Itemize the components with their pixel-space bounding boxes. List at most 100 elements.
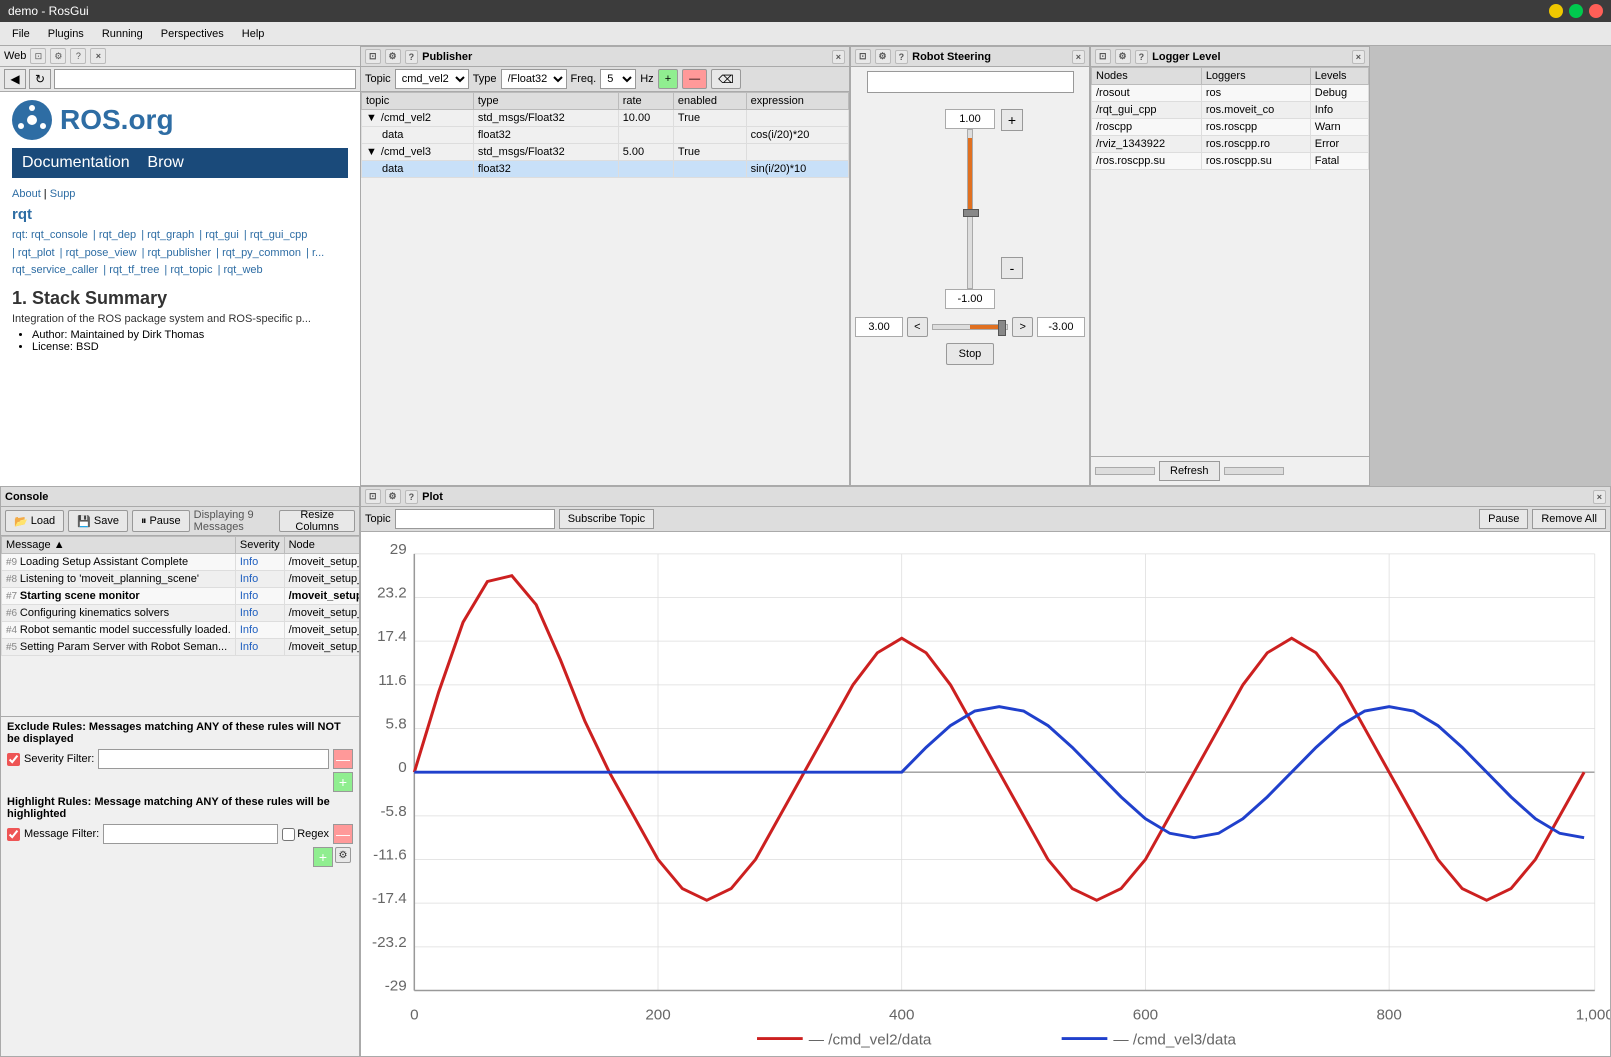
list-item[interactable]: /rviz_1343922 ros.roscpp.ro Error <box>1092 136 1369 153</box>
message-checkbox[interactable] <box>7 828 20 841</box>
console-load-btn[interactable]: 📂 Load <box>5 510 64 532</box>
plot-dock-btn[interactable]: ⊡ <box>365 489 381 504</box>
logger-config-btn[interactable]: ⚙ <box>1115 49 1131 64</box>
col-type[interactable]: type <box>473 93 618 110</box>
robot-v-slider-thumb[interactable] <box>963 209 979 217</box>
maximize-btn[interactable] <box>1569 4 1583 18</box>
menu-running[interactable]: Running <box>94 26 151 42</box>
sev-cell: Info <box>235 622 284 639</box>
publisher-header: ⊡ ⚙ ? Publisher × <box>361 47 849 67</box>
menu-perspectives[interactable]: Perspectives <box>153 26 232 42</box>
col-nodes[interactable]: Nodes <box>1092 68 1202 85</box>
pub-add-btn[interactable]: + <box>658 69 678 89</box>
type-select[interactable]: /Float32 <box>501 69 567 89</box>
robot-topic-input[interactable]: /cmd_vel <box>867 71 1074 93</box>
severity-filter-input[interactable]: Debug Info Warning Error Fatal <box>98 749 329 769</box>
col-node[interactable]: Node <box>284 537 359 554</box>
table-row[interactable]: #5 Setting Param Server with Robot Seman… <box>2 639 360 656</box>
table-row[interactable]: data float32 cos(i/20)*20 <box>362 127 849 144</box>
severity-checkbox[interactable] <box>7 753 20 766</box>
col-enabled[interactable]: enabled <box>673 93 746 110</box>
robot-close-btn[interactable]: × <box>1072 50 1085 64</box>
table-row[interactable]: data float32 sin(i/20)*10 <box>362 161 849 178</box>
regex-checkbox[interactable] <box>282 828 295 841</box>
web-refresh-btn[interactable]: ↻ <box>29 69 51 89</box>
robot-plus-btn[interactable]: + <box>1001 109 1023 131</box>
col-loggers[interactable]: Loggers <box>1201 68 1310 85</box>
console-pause-btn[interactable]: ⏸ Pause <box>132 510 190 532</box>
about-link[interactable]: About <box>12 188 41 200</box>
supp-link[interactable]: Supp <box>50 188 76 200</box>
plot-close-btn[interactable]: × <box>1593 490 1606 504</box>
resize-columns-btn[interactable]: Resize Columns <box>279 510 355 532</box>
logger-slider[interactable] <box>1095 467 1155 475</box>
web-dock-btn[interactable]: ⊡ <box>30 48 46 64</box>
list-item[interactable]: /rosout ros Debug <box>1092 85 1369 102</box>
message-filter-input[interactable]: monitor <box>103 824 278 844</box>
subscribe-topic-btn[interactable]: Subscribe Topic <box>559 509 654 529</box>
web-config-btn[interactable]: ⚙ <box>50 48 66 64</box>
table-row[interactable]: #8 Listening to 'moveit_planning_scene' … <box>2 571 360 588</box>
pub-remove-btn[interactable]: — <box>682 69 707 89</box>
remove-all-btn[interactable]: Remove All <box>1532 509 1606 529</box>
col-levels[interactable]: Levels <box>1310 68 1368 85</box>
highlight-settings-btn[interactable]: ⚙ <box>335 847 351 863</box>
minimize-btn[interactable] <box>1549 4 1563 18</box>
logger-refresh-btn[interactable]: Refresh <box>1159 461 1220 481</box>
logger-close-btn[interactable]: × <box>1352 50 1365 64</box>
web-close-btn[interactable]: × <box>90 48 106 64</box>
pub-clear-btn[interactable]: ⌫ <box>711 69 741 89</box>
col-rate[interactable]: rate <box>618 93 673 110</box>
robot-stop-btn[interactable]: Stop <box>946 343 995 365</box>
table-row[interactable]: ▼/cmd_vel2 std_msgs/Float32 10.00 True <box>362 110 849 127</box>
col-expression[interactable]: expression <box>746 93 848 110</box>
menu-help[interactable]: Help <box>234 26 273 42</box>
pub-config-btn[interactable]: ⚙ <box>385 49 401 64</box>
list-item[interactable]: /ros.roscpp.su ros.roscpp.su Fatal <box>1092 153 1369 170</box>
logger-help-btn[interactable]: ? <box>1135 50 1149 64</box>
freq-select[interactable]: 5 <box>600 69 636 89</box>
robot-dock-btn[interactable]: ⊡ <box>855 49 871 64</box>
robot-left-btn[interactable]: < <box>907 317 927 337</box>
highlight-add-btn[interactable]: + <box>313 847 333 867</box>
list-item[interactable]: /roscpp ros.roscpp Warn <box>1092 119 1369 136</box>
pub-dock-btn[interactable]: ⊡ <box>365 49 381 64</box>
list-item[interactable]: /rqt_gui_cpp ros.moveit_co Info <box>1092 102 1369 119</box>
plot-topic-input[interactable]: /cmd_vel3/data <box>395 509 555 529</box>
table-row[interactable]: #4 Robot semantic model successfully loa… <box>2 622 360 639</box>
exclude-add-btn[interactable]: + <box>333 772 353 792</box>
expand-arrow[interactable]: ▼ <box>366 146 377 158</box>
robot-config-btn[interactable]: ⚙ <box>875 49 891 64</box>
window-controls[interactable] <box>1549 4 1603 18</box>
table-row[interactable]: #6 Configuring kinematics solvers Info /… <box>2 605 360 622</box>
robot-help-btn[interactable]: ? <box>895 50 909 64</box>
menu-file[interactable]: File <box>4 26 38 42</box>
web-help-btn[interactable]: ? <box>70 48 86 64</box>
col-topic[interactable]: topic <box>362 93 474 110</box>
robot-right-btn[interactable]: > <box>1012 317 1032 337</box>
robot-h-slider-thumb[interactable] <box>998 320 1006 336</box>
message-del-btn[interactable]: — <box>333 824 353 844</box>
publisher-close-btn[interactable]: × <box>832 50 845 64</box>
plot-config-btn[interactable]: ⚙ <box>385 489 401 504</box>
plot-help-btn[interactable]: ? <box>405 490 419 504</box>
close-btn[interactable] <box>1589 4 1603 18</box>
robot-minus-btn[interactable]: - <box>1001 257 1023 279</box>
col-severity[interactable]: Severity <box>235 537 284 554</box>
web-back-btn[interactable]: ◀ <box>4 69 26 89</box>
topic-select[interactable]: cmd_vel2 <box>395 69 469 89</box>
logger-slider2[interactable] <box>1224 467 1284 475</box>
menu-plugins[interactable]: Plugins <box>40 26 92 42</box>
console-save-btn[interactable]: 💾 Save <box>68 510 128 532</box>
severity-del-btn[interactable]: — <box>333 749 353 769</box>
logger-dock-btn[interactable]: ⊡ <box>1095 49 1111 64</box>
expand-arrow[interactable]: ▼ <box>366 112 377 124</box>
table-row[interactable]: ▼/cmd_vel3 std_msgs/Float32 5.00 True <box>362 144 849 161</box>
plot-pause-btn[interactable]: Pause <box>1479 509 1528 529</box>
table-row[interactable]: #9 Loading Setup Assistant Complete Info… <box>2 554 360 571</box>
table-row[interactable]: #7 Starting scene monitor Info /moveit_s… <box>2 588 360 605</box>
web-url-input[interactable]: http://www.ros.org/wiki/rqt <box>54 69 356 89</box>
red-wave <box>414 576 1584 901</box>
col-message[interactable]: Message ▲ <box>2 537 236 554</box>
pub-help-btn[interactable]: ? <box>405 50 419 64</box>
